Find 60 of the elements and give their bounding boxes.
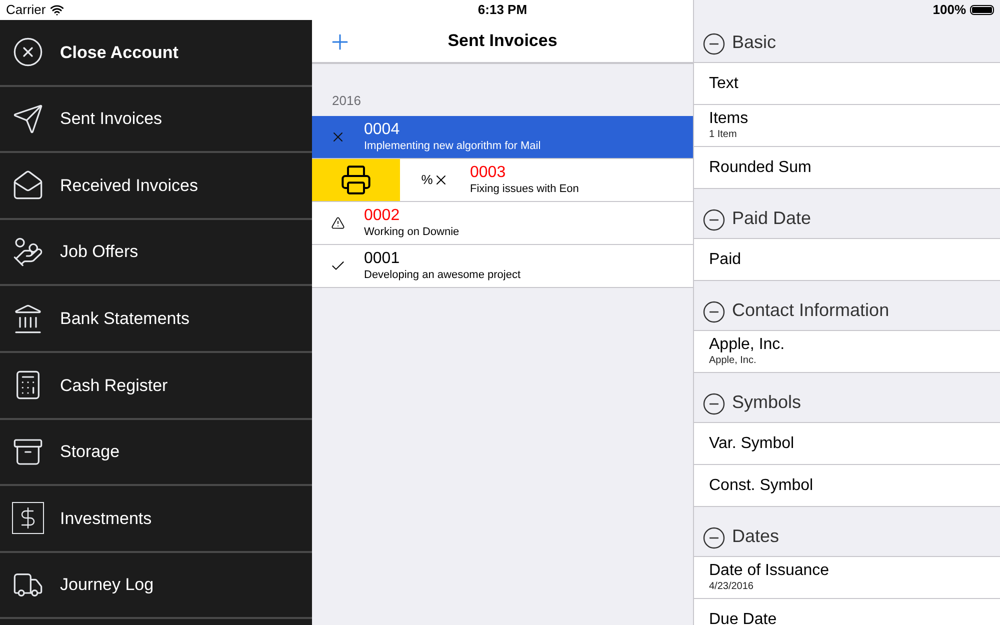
detail-row[interactable]: Rounded Sum <box>694 147 1000 189</box>
invoice-description: Developing an awesome project <box>364 269 521 283</box>
invoice-number: 0003 <box>470 163 507 184</box>
detail-row[interactable]: Apple, Inc. Apple, Inc. <box>694 331 1000 373</box>
section-title: Symbols <box>732 391 802 414</box>
detail-row[interactable]: Items 1 Item <box>694 105 1000 147</box>
dollar-icon <box>12 502 44 534</box>
collapse-icon[interactable] <box>702 392 726 416</box>
carrier-label: Carrier <box>6 1 46 20</box>
battery-percent: 100% <box>932 1 966 20</box>
detail-row[interactable]: Due Date <box>694 599 1000 625</box>
printer-icon <box>340 164 372 196</box>
collapse-icon[interactable] <box>702 526 726 550</box>
print-button[interactable] <box>312 159 400 201</box>
invoice-description: Fixing issues with Eon <box>470 183 579 197</box>
section-title: Paid Date <box>732 207 812 230</box>
battery-icon <box>970 5 994 15</box>
invoice-description: Implementing new algorithm for Mail <box>364 140 541 154</box>
clock-time: 6:13 PM <box>478 1 528 20</box>
discount-mark: % <box>421 171 433 190</box>
detail-row[interactable]: Const. Symbol <box>694 465 1000 507</box>
row-label: Paid <box>709 250 742 270</box>
close-icon <box>12 36 44 68</box>
row-label: Due Date <box>709 610 778 625</box>
paper-plane-icon <box>12 102 44 135</box>
row-label: Date of Issuance <box>709 561 830 582</box>
nav-title: Sent Invoices <box>448 30 558 52</box>
invoice-number: 0001 <box>364 249 401 270</box>
invoice-row[interactable]: % 0003 Fixing issues with Eon <box>312 159 693 202</box>
row-detail: Apple, Inc. <box>709 355 758 368</box>
section-title: Dates <box>732 525 780 548</box>
detail-row[interactable]: Var. Symbol <box>694 423 1000 465</box>
invoice-number: 0002 <box>364 206 401 226</box>
row-label: Rounded Sum <box>709 158 812 178</box>
wifi-icon <box>50 3 64 17</box>
detail-row[interactable]: Date of Issuance 4/23/2016 <box>694 557 1000 599</box>
section-title: Contact Information <box>732 299 890 322</box>
collapse-icon[interactable] <box>702 32 726 56</box>
invoice-row[interactable]: 0001 Developing an awesome project <box>312 245 693 288</box>
row-label: Apple, Inc. <box>709 335 786 356</box>
invoice-row[interactable]: 0004 Implementing new algorithm for Mail <box>312 116 693 159</box>
detail-row[interactable]: Paid <box>694 239 1000 281</box>
invoice-description: Working on Downie <box>364 226 460 240</box>
section-header: 2016 <box>332 92 361 110</box>
collapse-icon[interactable] <box>702 300 726 324</box>
bank-icon <box>12 302 44 335</box>
row-label: Const. Symbol <box>709 476 814 496</box>
row-label: Text <box>709 74 740 94</box>
detail-row[interactable]: Text <box>694 63 1000 105</box>
row-detail: 4/23/2016 <box>709 581 754 594</box>
section-title: Basic <box>732 31 776 54</box>
hand-coins-icon <box>12 236 44 268</box>
invoice-row[interactable]: 0002 Working on Downie <box>312 202 693 245</box>
collapse-icon[interactable] <box>702 208 726 232</box>
warning-icon <box>331 216 345 230</box>
row-label: Var. Symbol <box>709 434 796 454</box>
row-detail: 1 Item <box>709 129 738 142</box>
row-label: Items <box>709 109 750 130</box>
invoice-number: 0004 <box>364 120 401 140</box>
open-envelope-icon <box>12 169 44 202</box>
